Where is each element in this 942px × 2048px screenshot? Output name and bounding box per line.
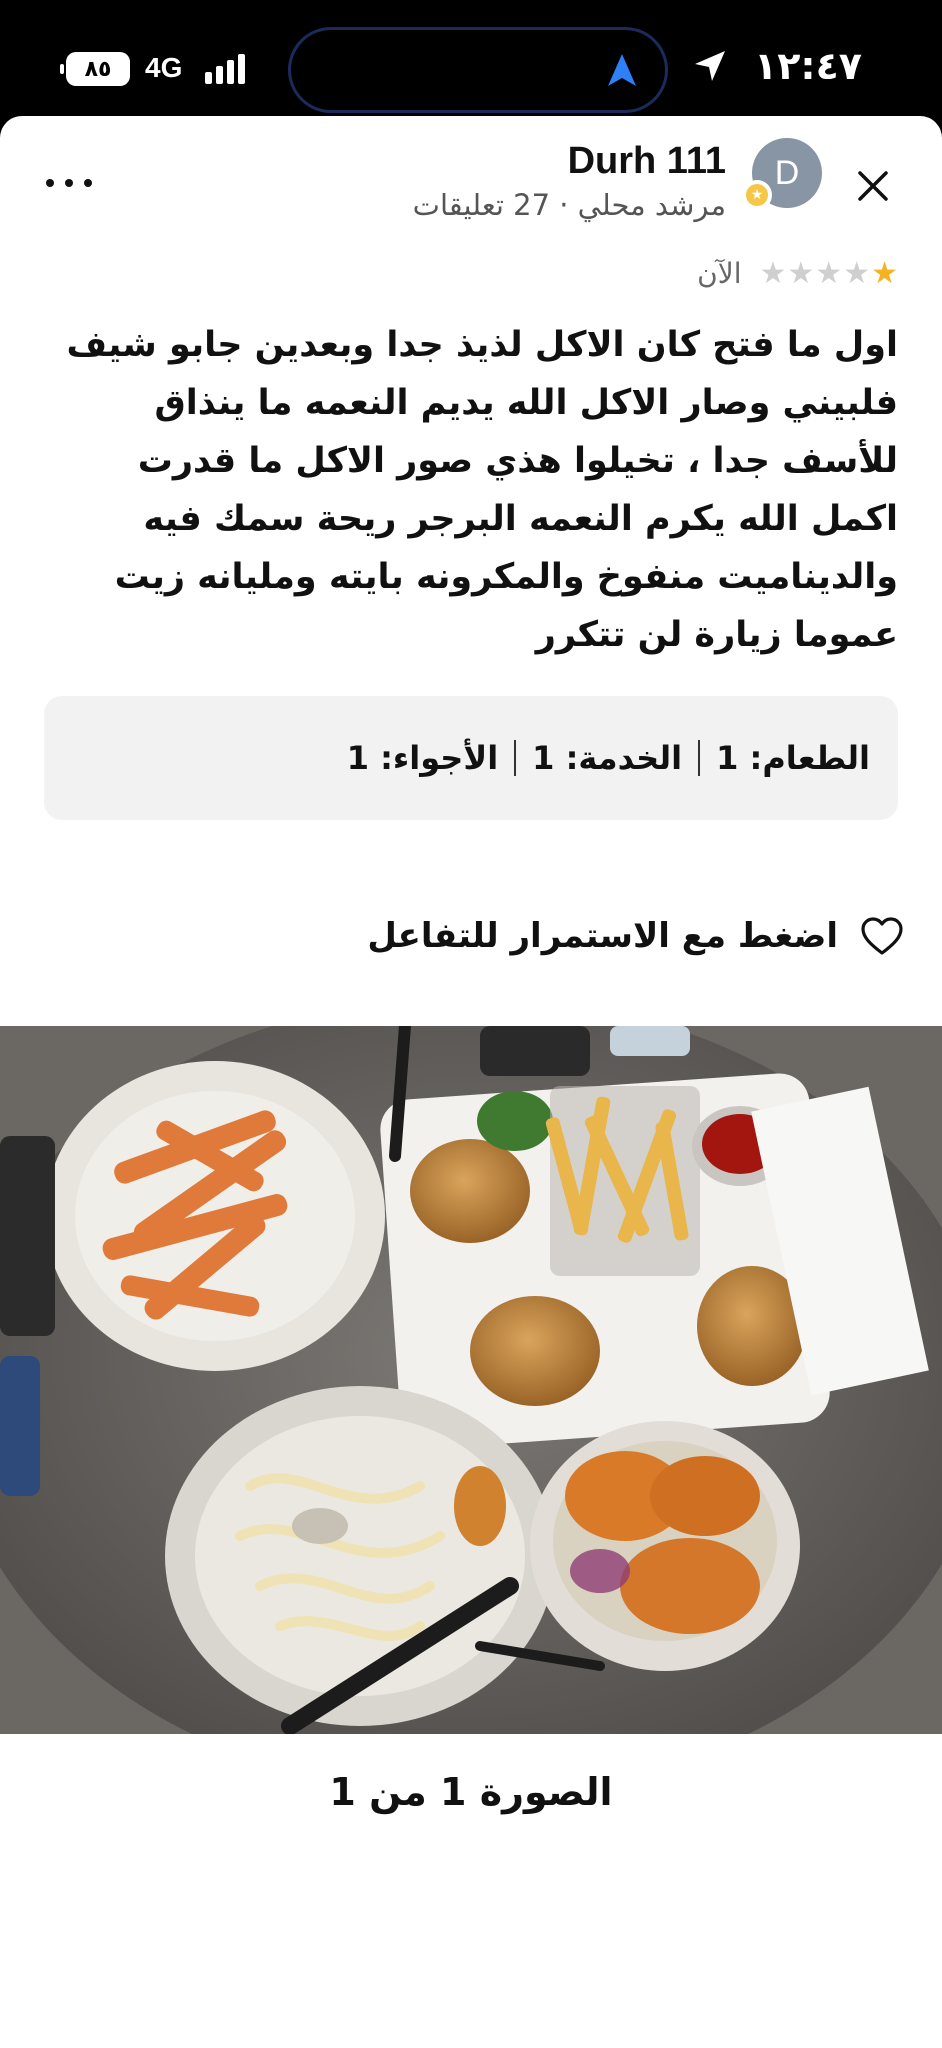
user-name[interactable]: Durh 111 — [568, 140, 726, 183]
food-rating: الطعام: 1 — [716, 739, 870, 777]
photo-counter: الصورة 1 من 1 — [329, 1770, 613, 1814]
close-button[interactable] — [848, 161, 898, 211]
dot-icon — [46, 179, 54, 187]
battery-indicator: ٨٥ — [60, 52, 130, 86]
star-empty-icon: ★ — [815, 256, 843, 291]
review-text: اول ما فتح كان الاكل لذيذ جدا وبعدين جاب… — [66, 325, 898, 655]
more-options-button[interactable] — [46, 168, 92, 198]
dot-icon — [84, 179, 92, 187]
heart-outline-icon — [861, 917, 903, 955]
user-meta: مرشد محلي · 27 تعليقات — [412, 188, 726, 222]
status-bar: ٨٥ 4G ١٢:٤٧ — [0, 0, 942, 118]
review-photo[interactable] — [0, 1026, 942, 1734]
avatar-initial: D — [774, 153, 800, 192]
star-rating: ★ ★ ★ ★ ★ — [759, 256, 898, 291]
clock: ١٢:٤٧ — [754, 44, 862, 88]
food-photo-illustration — [0, 1026, 942, 1734]
react-label: اضغط مع الاستمرار للتفاعل — [367, 916, 838, 956]
react-button[interactable]: اضغط مع الاستمرار للتفاعل — [367, 916, 904, 956]
divider — [514, 740, 517, 776]
service-rating: الخدمة: 1 — [532, 739, 683, 777]
rating-row: ★ ★ ★ ★ ★ الآن — [697, 256, 898, 291]
local-guide-badge-icon: ★ — [742, 180, 772, 210]
network-type: 4G — [145, 52, 183, 83]
navigation-arrow-icon — [608, 54, 636, 86]
star-empty-icon: ★ — [759, 256, 787, 291]
review-sheet: D ★ Durh 111 مرشد محلي · 27 تعليقات ★ ★ … — [0, 116, 942, 2048]
battery-level: ٨٥ — [84, 56, 112, 82]
review-time: الآن — [697, 257, 742, 290]
star-empty-icon: ★ — [787, 256, 815, 291]
atmosphere-rating: الأجواء: 1 — [346, 739, 499, 777]
location-arrow-icon — [695, 51, 725, 81]
star-filled-icon: ★ — [871, 256, 898, 291]
dot-icon — [65, 179, 73, 187]
dynamic-island — [288, 27, 668, 113]
signal-icon — [205, 52, 255, 84]
ratings-breakdown: الطعام: 1 الخدمة: 1 الأجواء: 1 — [44, 696, 898, 820]
close-icon — [858, 171, 888, 201]
divider — [698, 740, 701, 776]
star-empty-icon: ★ — [843, 256, 871, 291]
